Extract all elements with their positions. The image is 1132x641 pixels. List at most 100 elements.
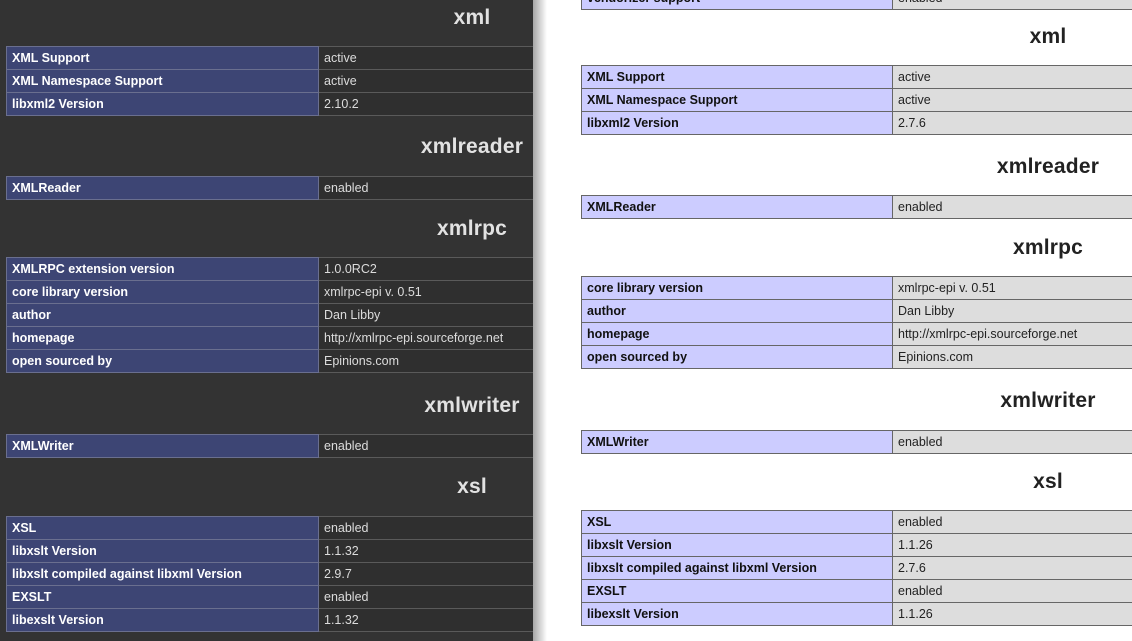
row-value: enabled <box>892 195 1132 219</box>
table-row: EXSLT enabled <box>581 579 1132 603</box>
row-key: open sourced by <box>6 349 319 373</box>
row-key: XML Support <box>6 46 319 70</box>
section-title-xmlreader: xmlreader <box>996 155 1100 178</box>
row-value: xmlrpc-epi v. 0.51 <box>318 280 533 304</box>
section-title-xml: xml <box>453 6 491 29</box>
row-key: libxslt Version <box>6 539 319 563</box>
section-title-xsl: xsl <box>1033 470 1063 493</box>
row-value: 1.0.0RC2 <box>318 257 533 281</box>
row-key: vendorizer support <box>581 0 893 10</box>
table-row: libxslt compiled against libxml Version 2… <box>581 556 1132 580</box>
xml-info-table: XML Support active XML Namespace Support a… <box>6 46 533 116</box>
row-value: 1.1.32 <box>318 539 533 563</box>
section-title-xsl: xsl <box>457 475 487 498</box>
row-value: enabled <box>892 510 1132 534</box>
table-row: author Dan Libby <box>581 299 1132 323</box>
row-key: XMLWriter <box>6 434 319 458</box>
row-key: EXSLT <box>6 585 319 609</box>
row-key: libxslt compiled against libxml Version <box>6 562 319 586</box>
table-row: homepage http://xmlrpc-epi.sourceforge.ne… <box>6 326 533 350</box>
table-row: XSL enabled <box>6 516 533 540</box>
table-row: libxml2 Version 2.7.6 <box>581 111 1132 135</box>
row-key: open sourced by <box>581 345 893 369</box>
table-row: XMLWriter enabled <box>6 434 533 458</box>
row-value: enabled <box>318 176 533 200</box>
section-title-xmlrpc: xmlrpc <box>1012 236 1084 259</box>
row-key: homepage <box>6 326 319 350</box>
row-key: libxml2 Version <box>581 111 893 135</box>
row-value: active <box>892 88 1132 112</box>
row-key: libxslt compiled against libxml Version <box>581 556 893 580</box>
table-row: libexslt Version 1.1.26 <box>581 602 1132 626</box>
row-value: Dan Libby <box>318 303 533 327</box>
table-row: core library version xmlrpc-epi v. 0.51 <box>581 276 1132 300</box>
table-row: XSL enabled <box>581 510 1132 534</box>
row-key: XSL <box>6 516 319 540</box>
table-row: core library version xmlrpc-epi v. 0.51 <box>6 280 533 304</box>
table-row: XMLWriter enabled <box>581 430 1132 454</box>
row-value: 1.1.32 <box>318 608 533 632</box>
section-title-xmlwriter: xmlwriter <box>424 394 520 417</box>
section-title-xml: xml <box>1029 25 1067 48</box>
xmlrpc-info-table: XMLRPC extension version 1.0.0RC2 core li… <box>6 257 533 373</box>
row-value: enabled <box>318 434 533 458</box>
row-key: XMLReader <box>581 195 893 219</box>
row-value: xmlrpc-epi v. 0.51 <box>892 276 1132 300</box>
row-key: author <box>581 299 893 323</box>
row-value: active <box>892 65 1132 89</box>
row-value: 2.10.2 <box>318 92 533 116</box>
row-key: libxslt Version <box>581 533 893 557</box>
table-row: libxslt Version 1.1.26 <box>581 533 1132 557</box>
table-row: XML Namespace Support active <box>581 88 1132 112</box>
row-value: 2.7.6 <box>892 556 1132 580</box>
dark-theme-phpinfo-pane: xml XML Support active XML Namespace Supp… <box>0 0 533 641</box>
row-value: enabled <box>892 430 1132 454</box>
table-row: open sourced by Epinions.com <box>6 349 533 373</box>
row-key: libexslt Version <box>6 608 319 632</box>
xml-info-table: XML Support active XML Namespace Support a… <box>581 65 1132 135</box>
table-row: libxslt Version 1.1.32 <box>6 539 533 563</box>
xmlreader-info-table: XMLReader enabled <box>6 176 533 200</box>
row-value: Epinions.com <box>318 349 533 373</box>
row-key: XMLReader <box>6 176 319 200</box>
row-value: Dan Libby <box>892 299 1132 323</box>
table-row: XMLRPC extension version 1.0.0RC2 <box>6 257 533 281</box>
row-key: libexslt Version <box>581 602 893 626</box>
row-value: 2.9.7 <box>318 562 533 586</box>
table-row: libxslt compiled against libxml Version 2… <box>6 562 533 586</box>
row-value: http://xmlrpc-epi.sourceforge.net <box>318 326 533 350</box>
row-value: enabled <box>318 516 533 540</box>
xmlrpc-info-table: core library version xmlrpc-epi v. 0.51 a… <box>581 276 1132 369</box>
table-row: open sourced by Epinions.com <box>581 345 1132 369</box>
row-key: XML Namespace Support <box>581 88 893 112</box>
row-value: Epinions.com <box>892 345 1132 369</box>
table-row: XML Support active <box>6 46 533 70</box>
previous-section-table: vendorizer supportenabled <box>581 0 1132 10</box>
xmlwriter-info-table: XMLWriter enabled <box>581 430 1132 454</box>
xmlwriter-info-table: XMLWriter enabled <box>6 434 533 458</box>
xsl-info-table: XSL enabled libxslt Version 1.1.32 libxslt… <box>6 516 533 632</box>
row-value: 1.1.26 <box>892 533 1132 557</box>
table-row: author Dan Libby <box>6 303 533 327</box>
table-row: XML Support active <box>581 65 1132 89</box>
row-value: 1.1.26 <box>892 602 1132 626</box>
table-row: libxml2 Version 2.10.2 <box>6 92 533 116</box>
row-key: XML Support <box>581 65 893 89</box>
row-key: XSL <box>581 510 893 534</box>
row-key: XML Namespace Support <box>6 69 319 93</box>
section-title-xmlwriter: xmlwriter <box>1000 389 1096 412</box>
row-key: EXSLT <box>581 579 893 603</box>
row-value: active <box>318 69 533 93</box>
table-row: XMLReader enabled <box>581 195 1132 219</box>
row-key: core library version <box>581 276 893 300</box>
xmlreader-info-table: XMLReader enabled <box>581 195 1132 219</box>
section-title-xmlreader: xmlreader <box>420 135 524 158</box>
row-value: active <box>318 46 533 70</box>
row-key: XMLRPC extension version <box>6 257 319 281</box>
table-row: EXSLT enabled <box>6 585 533 609</box>
table-row: vendorizer supportenabled <box>581 0 1132 10</box>
row-value: enabled <box>892 0 1132 10</box>
table-row: XMLReader enabled <box>6 176 533 200</box>
table-row: libexslt Version 1.1.32 <box>6 608 533 632</box>
table-row: XML Namespace Support active <box>6 69 533 93</box>
